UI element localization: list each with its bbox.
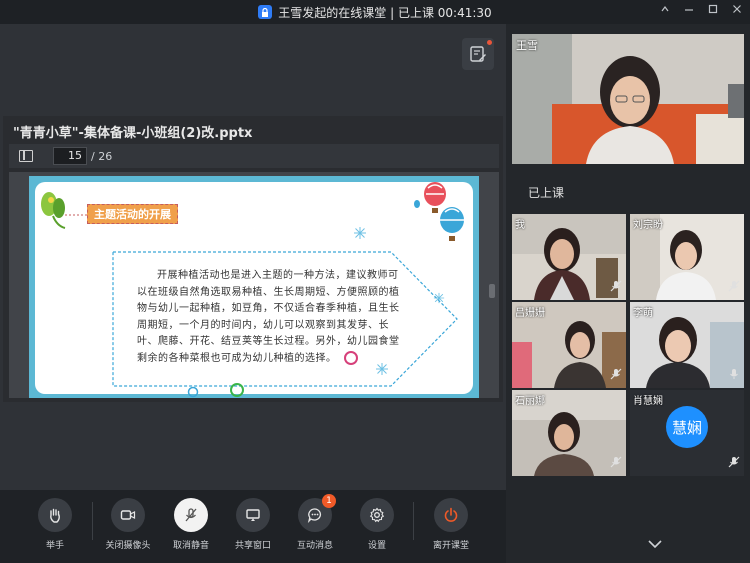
slide: 主题活动的开展 开展种植活动也是进入主题的一种方法，建议教师可以在班级自然角选取…	[29, 176, 479, 398]
host-name: 王雪	[516, 39, 538, 52]
host-video[interactable]: 王雪	[512, 34, 744, 164]
dashed-pointer-line	[65, 214, 87, 216]
shared-screen-stage: "青青小草"-集体备课-小班组(2)改.pptx 15 / 26 主题活动的开展…	[0, 24, 506, 490]
settings-label: 设置	[367, 541, 386, 551]
slide-scrollbar[interactable]	[489, 284, 495, 298]
raise-hand-label: 举手	[45, 541, 64, 551]
settings-circle	[360, 498, 394, 532]
window-title: 王雪发起的在线课堂 | 已上课 00:41:30	[278, 5, 492, 20]
ring-decoration	[344, 351, 358, 365]
presentation-window: "青青小草"-集体备课-小班组(2)改.pptx 15 / 26 主题活动的开展…	[3, 116, 503, 402]
participant-tile[interactable]: 我	[512, 214, 626, 300]
mic-muted-icon	[610, 453, 622, 472]
gear-icon	[369, 507, 385, 523]
annotation-button[interactable]	[462, 38, 494, 70]
mic-muted-icon	[185, 508, 197, 522]
messages-label: 互动消息	[296, 541, 333, 551]
maximize-icon[interactable]	[708, 4, 718, 17]
slide-content: 主题活动的开展 开展种植活动也是进入主题的一种方法，建议教师可以在班级自然角选取…	[35, 182, 473, 398]
participant-tile[interactable]: 刘宗盼	[630, 214, 744, 300]
leave-class-button[interactable]: 离开课堂	[424, 498, 478, 551]
avatar: 慧娴	[666, 406, 708, 448]
attending-section-label: 已上课	[528, 186, 565, 200]
unmute-circle	[174, 498, 208, 532]
shield-lock-icon	[258, 5, 273, 19]
topic-tag: 主题活动的开展	[87, 204, 178, 224]
unmute-label: 取消静音	[172, 541, 209, 551]
control-bar: 举手 关闭摄像头 取消静音 共享窗口 1 互动消息 设置 离开课堂	[0, 490, 506, 563]
small-balloon-icon	[414, 200, 420, 208]
host-video-scene	[512, 34, 744, 164]
page-number-input[interactable]: 15	[53, 147, 87, 165]
participant-name: 刘宗盼	[633, 220, 663, 231]
raise-hand-circle	[38, 498, 72, 532]
window-controls	[660, 4, 742, 17]
participant-tile-active[interactable]: 李萌	[630, 302, 744, 388]
chat-bubble-icon	[307, 508, 321, 523]
messages-circle: 1	[298, 494, 336, 532]
leave-class-label: 离开课堂	[432, 541, 469, 551]
divider	[413, 502, 414, 540]
text-arrow-box: 开展种植活动也是进入主题的一种方法，建议教师可以在班级自然角选取易种植、生长周期…	[111, 250, 461, 388]
participant-name: 石丽娜	[515, 396, 545, 407]
slide-viewport: 主题活动的开展 开展种植活动也是进入主题的一种方法，建议教师可以在班级自然角选取…	[9, 172, 499, 398]
classroom-app: 王雪发起的在线课堂 | 已上课 00:41:30 "青青小草"-集体备课-小班组…	[0, 0, 750, 563]
chevron-down-icon[interactable]	[647, 534, 663, 553]
participant-tile[interactable]: 石丽娜	[512, 390, 626, 476]
participant-name: 肖慧娴	[633, 396, 663, 407]
presentation-file-title: "青青小草"-集体备课-小班组(2)改.pptx	[13, 126, 253, 141]
participant-panel: 王雪 已上课 我 刘宗盼 吕姗姗 李萌 石丽娜 肖慧娴 慧娴	[506, 24, 750, 563]
participant-name: 我	[515, 220, 525, 231]
ring-decoration	[230, 383, 244, 397]
hand-icon	[50, 508, 60, 523]
hot-air-balloon-icon	[440, 207, 464, 241]
mic-muted-icon	[728, 277, 740, 296]
mic-active-icon	[728, 365, 740, 384]
minimize-icon[interactable]	[684, 4, 694, 17]
page-total: / 26	[91, 149, 113, 163]
participant-tile[interactable]: 吕姗姗	[512, 302, 626, 388]
presentation-toolbar: 15 / 26	[9, 144, 499, 168]
power-icon	[444, 507, 458, 522]
pin-icon[interactable]	[660, 4, 670, 17]
mic-muted-icon	[610, 365, 622, 384]
unread-badge: 1	[322, 494, 336, 508]
camera-label: 关闭摄像头	[105, 541, 151, 551]
participant-video	[512, 214, 626, 300]
share-window-label: 共享窗口	[234, 541, 271, 551]
grass-sprout-icon	[41, 192, 66, 229]
slide-body-text: 开展种植活动也是进入主题的一种方法，建议教师可以在班级自然角选取易种植、生长周期…	[137, 270, 400, 364]
sidebar-toggle-icon[interactable]	[19, 150, 33, 162]
camera-button[interactable]: 关闭摄像头	[101, 498, 155, 551]
settings-button[interactable]: 设置	[350, 498, 404, 551]
leave-circle	[434, 498, 468, 532]
camera-circle	[111, 498, 145, 532]
camera-icon	[120, 510, 136, 520]
screen-share-icon	[246, 509, 260, 521]
ring-decoration	[187, 386, 199, 398]
share-window-button[interactable]: 共享窗口	[226, 498, 280, 551]
divider	[92, 502, 93, 540]
participant-name: 吕姗姗	[515, 308, 545, 319]
participant-tile[interactable]: 肖慧娴 慧娴	[630, 390, 744, 476]
messages-button[interactable]: 1 互动消息	[288, 494, 342, 551]
participant-name: 李萌	[633, 308, 653, 319]
title-bar: 王雪发起的在线课堂 | 已上课 00:41:30	[0, 0, 750, 24]
mic-muted-icon	[610, 277, 622, 296]
annotation-dot	[487, 40, 492, 45]
raise-hand-button[interactable]: 举手	[28, 498, 82, 551]
mic-muted-icon	[728, 453, 740, 472]
share-circle	[236, 498, 270, 532]
snowflake-icon	[354, 227, 366, 239]
close-icon[interactable]	[732, 4, 742, 17]
title-wrap: 王雪发起的在线课堂 | 已上课 00:41:30	[258, 4, 492, 21]
edit-note-icon	[470, 46, 486, 62]
unmute-button[interactable]: 取消静音	[164, 498, 218, 551]
